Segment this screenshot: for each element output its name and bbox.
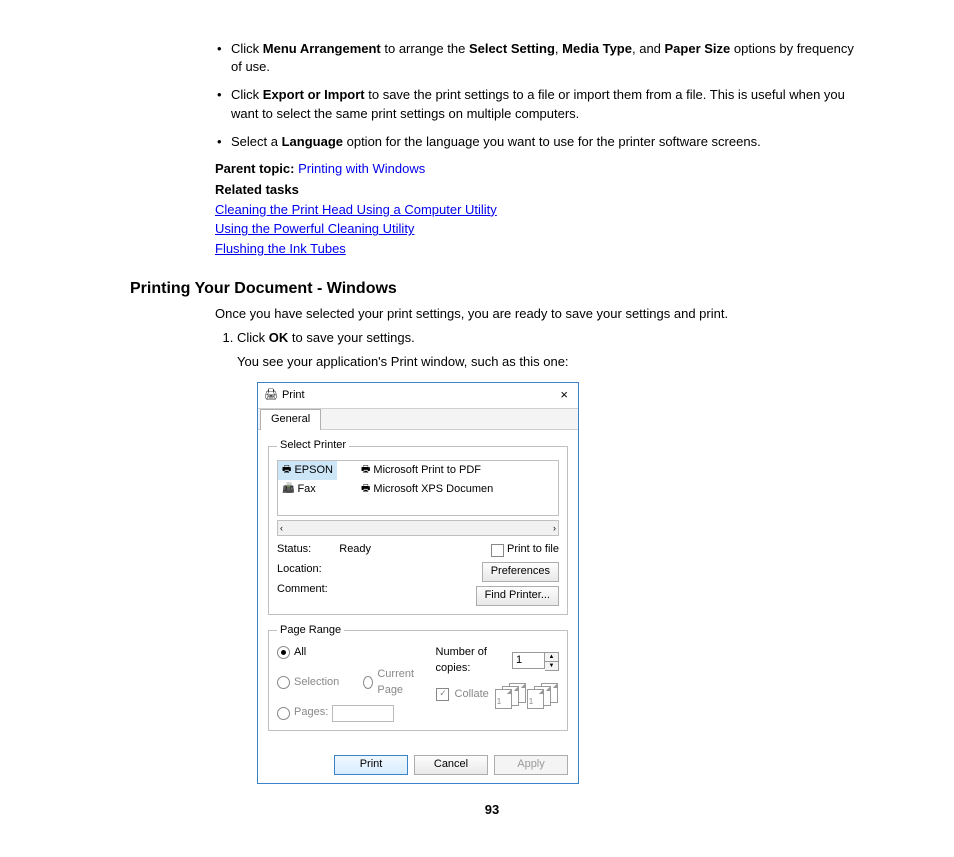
radio-current-page[interactable]: Current Page — [363, 667, 425, 699]
printer-item-xps[interactable]: 🖶Microsoft XPS Documen — [357, 480, 497, 499]
collate-illustration: 321 321 — [495, 683, 555, 707]
section-intro: Once you have selected your print settin… — [215, 306, 854, 321]
close-button[interactable]: × — [556, 386, 572, 405]
copies-spinner[interactable]: 1 ▲▼ — [512, 652, 559, 669]
horizontal-scrollbar[interactable]: ‹› — [277, 520, 559, 536]
spinner-down-icon[interactable]: ▼ — [545, 661, 559, 671]
parent-topic-link[interactable]: Printing with Windows — [298, 161, 425, 176]
related-link[interactable]: Cleaning the Print Head Using a Computer… — [215, 201, 854, 219]
page-range-group: Page Range All Selection Current Page Pa… — [268, 623, 568, 731]
tab-row: General — [258, 408, 578, 430]
bullet-list: Click Menu Arrangement to arrange the Se… — [215, 40, 854, 151]
preferences-button[interactable]: Preferences — [482, 562, 559, 582]
fax-icon: 📠 — [282, 482, 294, 497]
radio-selection[interactable]: Selection — [277, 667, 339, 699]
related-link[interactable]: Using the Powerful Cleaning Utility — [215, 220, 854, 238]
related-link[interactable]: Flushing the Ink Tubes — [215, 240, 854, 258]
page-number: 93 — [130, 802, 854, 817]
printer-icon: 🖨 — [264, 388, 278, 404]
printer-item-fax[interactable]: 📠Fax — [278, 480, 337, 499]
step-item: Click OK to save your settings. You see … — [237, 329, 854, 784]
select-printer-group: Select Printer 🖶EPSON 📠Fax 🖶Microsoft Pr… — [268, 438, 568, 615]
title-bar: 🖨 Print × — [258, 383, 578, 408]
print-to-file-checkbox[interactable]: Print to file — [491, 542, 559, 558]
bullet-item: Select a Language option for the languag… — [215, 133, 854, 151]
radio-pages[interactable]: Pages: — [277, 705, 426, 722]
dialog-title: Print — [282, 388, 305, 404]
step-note: You see your application's Print window,… — [237, 353, 854, 372]
printer-icon: 🖶 — [361, 482, 370, 497]
related-tasks-label: Related tasks — [215, 182, 854, 197]
pages-input[interactable] — [332, 705, 394, 722]
section-title: Printing Your Document - Windows — [130, 280, 854, 298]
bullet-item: Click Export or Import to save the print… — [215, 86, 854, 122]
printer-item-epson[interactable]: 🖶EPSON — [278, 461, 337, 480]
print-dialog: 🖨 Print × General Select Printer — [257, 382, 579, 783]
tab-general[interactable]: General — [260, 409, 321, 430]
find-printer-button[interactable]: Find Printer... — [476, 586, 559, 606]
scroll-right-icon[interactable]: › — [553, 522, 556, 535]
bullet-item: Click Menu Arrangement to arrange the Se… — [215, 40, 854, 76]
scroll-left-icon[interactable]: ‹ — [280, 522, 283, 535]
printer-icon: 🖶 — [361, 463, 370, 478]
printer-list[interactable]: 🖶EPSON 📠Fax 🖶Microsoft Print to PDF 🖶Mic… — [277, 460, 559, 516]
apply-button[interactable]: Apply — [494, 755, 568, 775]
print-button[interactable]: Print — [334, 755, 408, 775]
radio-all[interactable]: All — [277, 645, 426, 661]
printer-item-pdf[interactable]: 🖶Microsoft Print to PDF — [357, 461, 497, 480]
cancel-button[interactable]: Cancel — [414, 755, 488, 775]
parent-topic: Parent topic: Printing with Windows — [215, 161, 854, 176]
collate-checkbox[interactable] — [436, 688, 449, 701]
spinner-up-icon[interactable]: ▲ — [545, 652, 559, 661]
printer-ready-icon: 🖶 — [282, 463, 291, 478]
